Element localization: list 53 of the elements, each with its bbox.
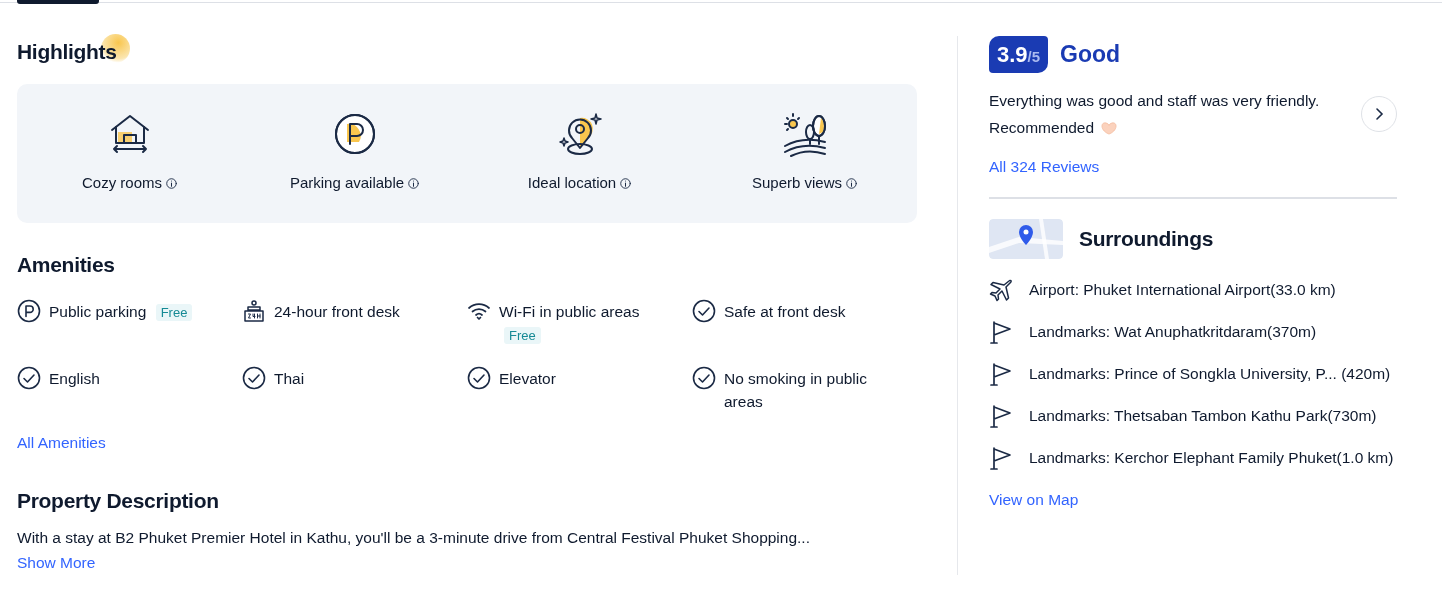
info-icon [166,177,177,189]
info-icon [620,177,632,189]
section-title: Property Description [17,487,220,514]
highlight-label: Superb views [751,172,842,193]
review-text: Recommended [989,118,1095,138]
score-scale: /5 [1027,48,1041,67]
section-title: Highlights [17,40,117,63]
next-button[interactable] [1361,96,1397,132]
amenity-label: Wi-Fi in public areas [499,303,640,320]
check-circle-icon [242,366,266,390]
section-title: Surroundings [1079,225,1214,252]
parking-icon [17,299,41,323]
highlight-label: Cozy rooms [82,172,162,193]
amenity-label: Public parking [49,303,147,320]
info-icon [408,177,420,189]
surrounding-item: Landmarks: Prince of Songkla University, P... (420m) [1029,363,1391,384]
free-tag: Free [155,304,193,321]
flag-icon [989,403,1013,428]
check-circle-icon [692,299,716,323]
score-value: 3.9 [997,41,1028,69]
review-text: Everything was good and staff was very friendly. [989,91,1320,111]
check-circle-icon [17,366,41,390]
amenity-label: No smoking in public areas [724,369,868,412]
surrounding-item: Airport: Phuket International Airport(33.0 km) [1029,279,1336,300]
highlight-label: Ideal location [527,172,617,193]
amenity-label: Elevator [499,369,556,389]
chevron-right-icon [1373,107,1385,121]
location-pin-icon [556,111,603,158]
view-on-map-link[interactable]: View on Map [989,487,1079,511]
surrounding-item: Landmarks: Wat Anuphatkritdaram(370m) [1029,321,1317,342]
surrounding-item: Landmarks: Thetsaban Tambon Kathu Park(730m) [1029,405,1377,426]
highlight-label: Parking available [289,172,405,193]
check-circle-icon [467,366,491,390]
all-reviews-link[interactable]: All 324 Reviews [989,155,1100,179]
flag-icon [989,445,1013,470]
flag-icon [989,319,1013,344]
amenity-label: Thai [274,369,305,389]
landscape-icon [781,111,828,158]
airplane-icon [989,277,1013,302]
amenity-label: 24-hour front desk [274,302,400,322]
check-circle-icon [692,366,716,390]
all-amenities-link[interactable]: All Amenities [17,431,106,455]
description-text: With a stay at B2 Phuket Premier Hotel in Kathu, you'll be a 3-minute drive from Central Festival Phuket Shopping... [17,528,811,548]
amenity-label: English [49,369,100,389]
front-desk-icon [242,299,266,323]
show-more-link[interactable]: Show More [17,551,96,575]
free-tag: Free [504,327,541,344]
flag-icon [989,361,1013,386]
amenity-label: Safe at front desk [724,302,846,322]
rating-label: Good [1060,40,1121,70]
info-icon [846,177,857,189]
surrounding-item: Landmarks: Kerchor Elephant Family Phuket(1.0 km) [1029,447,1394,468]
section-title: Amenities [17,251,116,278]
